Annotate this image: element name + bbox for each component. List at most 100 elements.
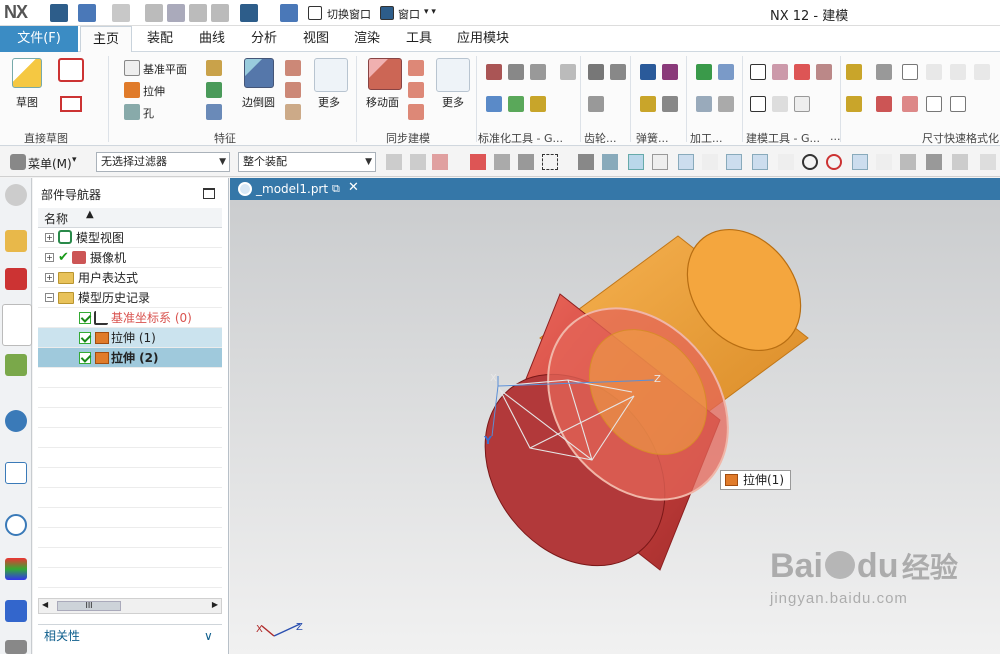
reuse-library-icon[interactable] xyxy=(5,354,27,376)
offset-region-icon[interactable] xyxy=(408,82,424,98)
selection-filter-select[interactable]: 无选择过滤器 ▼ xyxy=(96,152,230,172)
maximize-icon[interactable] xyxy=(203,188,215,199)
precision-2-icon[interactable] xyxy=(950,64,966,80)
horizontal-scrollbar[interactable]: ◀ III ▶ xyxy=(38,598,222,614)
copy-icon[interactable] xyxy=(167,4,185,22)
format-extra-icon[interactable] xyxy=(846,96,862,112)
tree-node-cameras[interactable]: + ✔ 摄像机 xyxy=(38,248,222,268)
close-format-icon[interactable] xyxy=(902,64,918,80)
tree-node-user-expressions[interactable]: + 用户表达式 xyxy=(38,268,222,288)
tab-file[interactable]: 文件(F) xyxy=(0,26,78,52)
datum-plane-icon[interactable] xyxy=(124,60,140,76)
dim-tolerance-icon[interactable] xyxy=(902,96,918,112)
extrude-icon[interactable] xyxy=(124,82,140,98)
curve-point-icon[interactable] xyxy=(752,154,768,170)
edge-blend-button[interactable]: 边倒圆 xyxy=(242,94,275,110)
sketch-icon[interactable] xyxy=(12,58,42,88)
spring-wire-icon[interactable] xyxy=(640,96,656,112)
cylinder-gear-icon[interactable] xyxy=(588,64,604,80)
dependencies-panel-header[interactable]: 相关性 ∨ xyxy=(38,624,222,646)
tree-node-model-views[interactable]: + 模型视图 xyxy=(38,228,222,248)
fit-icon[interactable] xyxy=(794,96,810,112)
end-point-icon[interactable] xyxy=(652,154,668,170)
tab-view[interactable]: 视图 xyxy=(296,26,336,52)
machining-feature-icon[interactable] xyxy=(718,64,734,80)
bounded-grid-icon[interactable] xyxy=(926,154,942,170)
precision-3-icon[interactable] xyxy=(974,64,990,80)
expand-icon[interactable]: + xyxy=(45,233,54,242)
roles-icon[interactable] xyxy=(5,640,27,654)
expand-icon[interactable]: + xyxy=(45,273,54,282)
mid-point-icon[interactable] xyxy=(678,154,694,170)
cut-icon[interactable] xyxy=(145,4,163,22)
triangle-icon[interactable] xyxy=(750,64,766,80)
save-icon[interactable] xyxy=(50,4,68,22)
menu-button[interactable]: 菜单(M) xyxy=(28,155,72,172)
general-select-icon[interactable] xyxy=(386,154,402,170)
std-bolt-icon[interactable] xyxy=(486,96,502,112)
datum-plane-button[interactable]: 基准平面 xyxy=(143,61,187,77)
info-icon[interactable] xyxy=(5,410,27,432)
redo-icon[interactable] xyxy=(112,4,130,22)
std-gear-icon[interactable] xyxy=(508,96,524,112)
visibility-checkbox[interactable] xyxy=(79,312,91,324)
touch-mode-icon[interactable] xyxy=(280,4,298,22)
system-materials-icon[interactable] xyxy=(5,558,27,580)
parts-list-icon[interactable] xyxy=(794,64,810,80)
tree-node-model-history[interactable]: − 模型历史记录 xyxy=(38,288,222,308)
hole-icon[interactable] xyxy=(124,104,140,120)
tab-analysis[interactable]: 分析 xyxy=(244,26,284,52)
tab-curve[interactable]: 曲线 xyxy=(192,26,232,52)
more-sync-button[interactable]: 更多 xyxy=(442,94,464,110)
delete-icon[interactable] xyxy=(211,4,229,22)
machining-tool-icon[interactable] xyxy=(696,96,712,112)
undo-icon[interactable] xyxy=(78,4,96,22)
std-extra-icon[interactable] xyxy=(560,64,576,80)
graphics-window[interactable]: _model1.prt ⧉ ✕ X Z Y Z X 拉伸(1) Bai du 经… xyxy=(230,178,1000,654)
more-features-icon[interactable] xyxy=(314,58,348,92)
diameter-icon[interactable] xyxy=(926,96,942,112)
tree-node-datum-csys[interactable]: 基准坐标系 (0) xyxy=(38,308,222,328)
profile-icon[interactable] xyxy=(58,58,84,82)
std-bearing-icon[interactable] xyxy=(530,96,546,112)
sketch-button[interactable]: 草图 xyxy=(16,94,38,110)
more-features-button[interactable]: 更多 xyxy=(318,94,340,110)
existing-point-icon[interactable] xyxy=(900,154,916,170)
collapse-icon[interactable]: − xyxy=(45,293,54,302)
quadrant-icon[interactable] xyxy=(826,154,842,170)
point-on-curve-icon[interactable] xyxy=(852,154,868,170)
hole-button[interactable]: 孔 xyxy=(143,105,154,121)
edge-blend-icon[interactable] xyxy=(244,58,274,88)
snap-point-icon[interactable] xyxy=(628,154,644,170)
window-menu-button[interactable]: 窗口 xyxy=(398,6,420,22)
dimension-icon[interactable] xyxy=(772,96,788,112)
repeat-command-icon[interactable] xyxy=(240,4,258,22)
chevron-down-icon[interactable]: ▾ xyxy=(72,155,77,165)
move-icon[interactable] xyxy=(470,154,486,170)
rotate-icon[interactable] xyxy=(494,154,510,170)
attribute-icon[interactable] xyxy=(816,64,832,80)
unite-icon[interactable] xyxy=(206,60,222,76)
expand-icon[interactable]: + xyxy=(45,253,54,262)
control-point-icon[interactable] xyxy=(702,154,718,170)
chevron-down-icon[interactable]: ▾ ▾ xyxy=(424,7,436,17)
move-face-button[interactable]: 移动面 xyxy=(366,94,399,110)
assembly-navigator-icon[interactable] xyxy=(5,230,27,252)
machining-extra-icon[interactable] xyxy=(718,96,734,112)
web-browser-icon[interactable] xyxy=(5,462,27,484)
process-studio-icon[interactable] xyxy=(5,600,27,622)
table-icon[interactable] xyxy=(772,64,788,80)
pull-face-icon[interactable] xyxy=(408,60,424,76)
note-icon[interactable] xyxy=(750,96,766,112)
scroll-thumb[interactable]: III xyxy=(57,601,121,611)
switch-window-icon[interactable] xyxy=(308,6,322,20)
shell-icon[interactable] xyxy=(206,82,222,98)
arc-center-icon[interactable] xyxy=(778,154,794,170)
scroll-right-icon[interactable]: ▶ xyxy=(212,600,218,609)
compression-spring-icon[interactable] xyxy=(640,64,656,80)
tab-assembly[interactable]: 装配 xyxy=(140,26,180,52)
dim-style-icon[interactable] xyxy=(876,64,892,80)
view-icon[interactable] xyxy=(980,154,996,170)
gear-mesh-icon[interactable] xyxy=(588,96,604,112)
point-on-face-icon[interactable] xyxy=(876,154,892,170)
